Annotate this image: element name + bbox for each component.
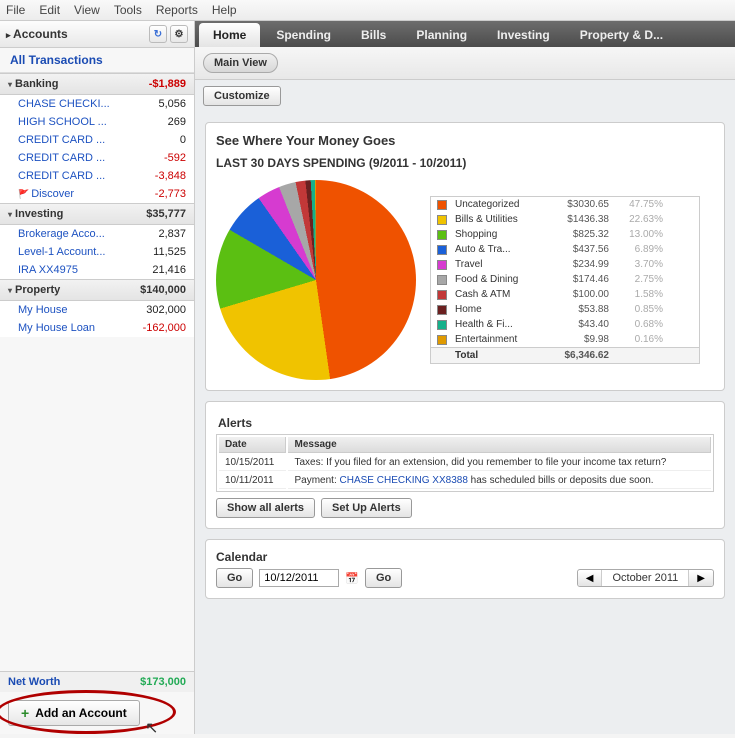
- prev-month-button[interactable]: ◀: [578, 571, 602, 586]
- add-account-button[interactable]: + Add an Account: [8, 700, 140, 726]
- account-row[interactable]: CHASE CHECKI...5,056: [0, 95, 194, 113]
- view-row: Main View: [195, 47, 735, 80]
- menu-file[interactable]: File: [6, 3, 25, 17]
- customize-button[interactable]: Customize: [203, 86, 281, 106]
- legend-row[interactable]: Shopping$825.3213.00%: [431, 227, 699, 242]
- legend-row[interactable]: Uncategorized$3030.6547.75%: [431, 197, 699, 212]
- add-account-label: Add an Account: [35, 706, 127, 720]
- account-row[interactable]: Level-1 Account...11,525: [0, 243, 194, 261]
- spending-panel: See Where Your Money Goes LAST 30 DAYS S…: [205, 122, 725, 391]
- section-property[interactable]: ▾Property$140,000: [0, 279, 194, 301]
- legend-row[interactable]: Food & Dining$174.462.75%: [431, 272, 699, 287]
- menu-edit[interactable]: Edit: [39, 3, 60, 17]
- cursor-icon: ↖: [145, 718, 158, 738]
- show-all-alerts-button[interactable]: Show all alerts: [216, 498, 315, 518]
- alert-row[interactable]: 10/11/2011Payment: CHASE CHECKING XX8388…: [219, 473, 711, 489]
- calendar-month-label: October 2011: [601, 570, 689, 586]
- next-month-button[interactable]: ▶: [689, 571, 713, 586]
- tab-bills[interactable]: Bills: [347, 23, 400, 47]
- spending-heading: See Where Your Money Goes: [216, 133, 714, 148]
- account-row[interactable]: CREDIT CARD ...0: [0, 131, 194, 149]
- calendar-go-button[interactable]: Go: [365, 568, 402, 588]
- refresh-icon[interactable]: ↻: [149, 25, 167, 43]
- calendar-panel: Calendar Go 📅 Go ◀ October 2011 ▶: [205, 539, 725, 599]
- tab-investing[interactable]: Investing: [483, 23, 564, 47]
- networth-value: $173,000: [140, 676, 186, 688]
- tab-spending[interactable]: Spending: [262, 23, 345, 47]
- account-row[interactable]: IRA XX497521,416: [0, 261, 194, 279]
- setup-alerts-button[interactable]: Set Up Alerts: [321, 498, 412, 518]
- tab-planning[interactable]: Planning: [402, 23, 481, 47]
- legend-total: Total$6,346.62: [431, 347, 699, 363]
- tab-property-d-[interactable]: Property & D...: [566, 23, 677, 47]
- menu-tools[interactable]: Tools: [114, 3, 142, 17]
- account-row[interactable]: My House302,000: [0, 301, 194, 319]
- calendar-month-nav: ◀ October 2011 ▶: [577, 569, 714, 587]
- legend-row[interactable]: Bills & Utilities$1436.3822.63%: [431, 212, 699, 227]
- plus-icon: +: [21, 705, 29, 721]
- account-row[interactable]: Discover-2,773: [0, 185, 194, 203]
- menu-view[interactable]: View: [74, 3, 100, 17]
- main-area: HomeSpendingBillsPlanningInvestingProper…: [195, 21, 735, 734]
- chart-legend: Uncategorized$3030.6547.75%Bills & Utili…: [430, 196, 700, 364]
- alerts-table: DateMessage 10/15/2011Taxes: If you file…: [216, 434, 714, 492]
- account-row[interactable]: Brokerage Acco...2,837: [0, 225, 194, 243]
- account-row[interactable]: My House Loan-162,000: [0, 319, 194, 337]
- sidebar-title: Accounts: [6, 27, 68, 41]
- menu-help[interactable]: Help: [212, 3, 237, 17]
- chart-title: LAST 30 DAYS SPENDING (9/2011 - 10/2011): [216, 156, 714, 170]
- account-row[interactable]: CREDIT CARD ...-3,848: [0, 167, 194, 185]
- customize-row: Customize: [195, 80, 735, 112]
- alerts-col: Message: [288, 437, 711, 453]
- net-worth-row: Net Worth $173,000: [0, 671, 194, 692]
- legend-row[interactable]: Entertainment$9.980.16%: [431, 332, 699, 347]
- legend-row[interactable]: Travel$234.993.70%: [431, 257, 699, 272]
- networth-label: Net Worth: [8, 676, 60, 688]
- legend-row[interactable]: Home$53.880.85%: [431, 302, 699, 317]
- calendar-icon[interactable]: 📅: [345, 572, 359, 585]
- sidebar: Accounts ↻ ⚙ All Transactions ▾Banking-$…: [0, 21, 195, 734]
- tab-home[interactable]: Home: [199, 23, 260, 47]
- section-banking[interactable]: ▾Banking-$1,889: [0, 73, 194, 95]
- alerts-title: Alerts: [216, 412, 714, 434]
- pie-chart: [216, 180, 416, 380]
- alerts-col: Date: [219, 437, 286, 453]
- legend-row[interactable]: Auto & Tra...$437.566.89%: [431, 242, 699, 257]
- account-row[interactable]: HIGH SCHOOL ...269: [0, 113, 194, 131]
- menubar: File Edit View Tools Reports Help: [0, 0, 735, 21]
- alerts-panel: Alerts DateMessage 10/15/2011Taxes: If y…: [205, 401, 725, 529]
- account-row[interactable]: CREDIT CARD ...-592: [0, 149, 194, 167]
- gear-icon[interactable]: ⚙: [170, 25, 188, 43]
- calendar-date-input[interactable]: [259, 569, 339, 587]
- all-transactions-link[interactable]: All Transactions: [0, 48, 194, 73]
- tab-bar: HomeSpendingBillsPlanningInvestingProper…: [195, 21, 735, 47]
- calendar-go-button-left[interactable]: Go: [216, 568, 253, 588]
- main-view-pill[interactable]: Main View: [203, 53, 278, 73]
- menu-reports[interactable]: Reports: [156, 3, 198, 17]
- calendar-title: Calendar: [216, 550, 714, 564]
- alert-row[interactable]: 10/15/2011Taxes: If you filed for an ext…: [219, 455, 711, 471]
- section-investing[interactable]: ▾Investing$35,777: [0, 203, 194, 225]
- legend-row[interactable]: Health & Fi...$43.400.68%: [431, 317, 699, 332]
- legend-row[interactable]: Cash & ATM$100.001.58%: [431, 287, 699, 302]
- sidebar-header: Accounts ↻ ⚙: [0, 21, 194, 48]
